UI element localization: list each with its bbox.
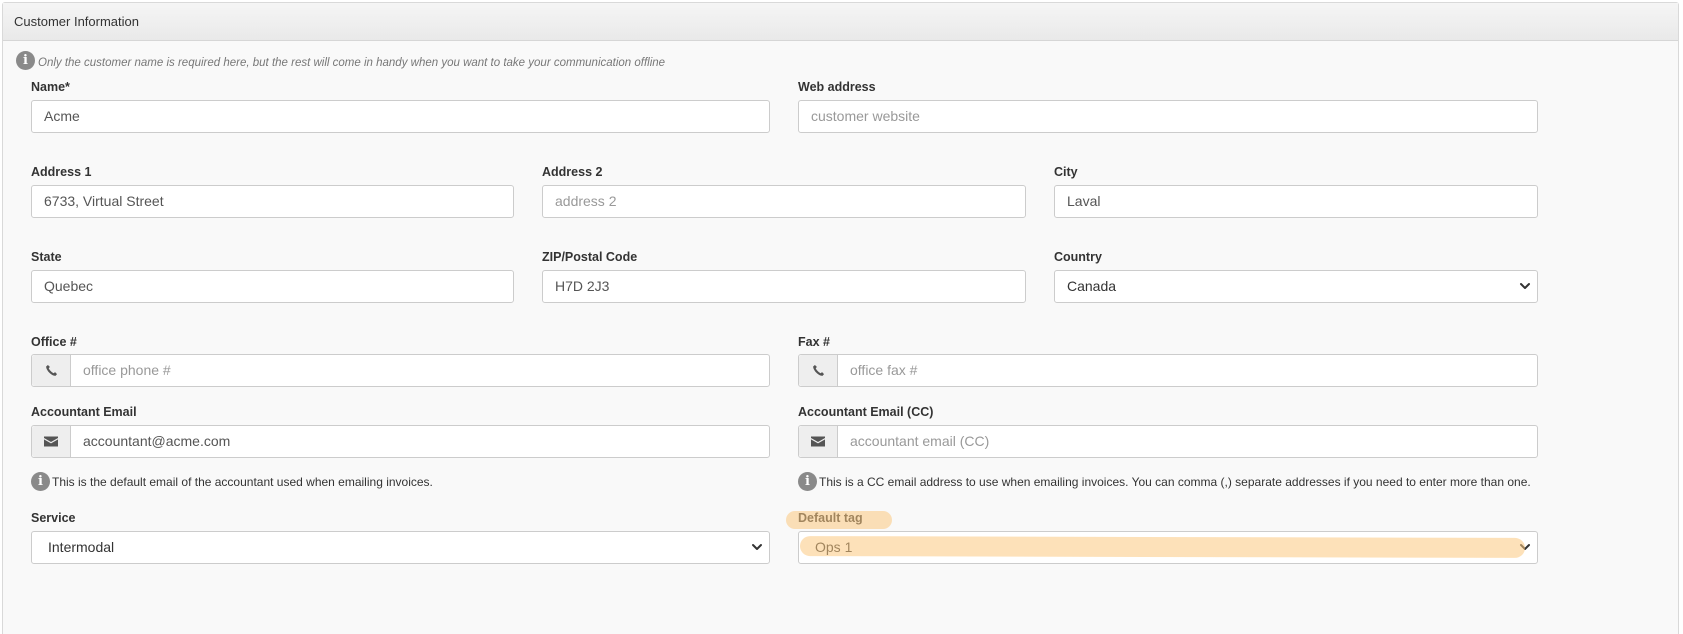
default-tag-selected-value: Ops 1 <box>815 539 853 555</box>
accountant-email-label: Accountant Email <box>31 405 137 419</box>
chevron-down-icon <box>752 544 762 550</box>
accountant-email-cc-group[interactable]: accountant email (CC) <box>798 425 1538 458</box>
panel-heading: Customer Information <box>3 3 1678 41</box>
chevron-down-icon <box>1520 283 1530 289</box>
country-label: Country <box>1054 250 1102 264</box>
state-label: State <box>31 250 62 264</box>
service-select[interactable]: Intermodal <box>31 531 770 564</box>
state-input[interactable]: Quebec <box>31 270 514 303</box>
info-icon: i <box>31 472 50 491</box>
city-input[interactable]: Laval <box>1054 185 1538 218</box>
default-tag-label: Default tag <box>798 511 863 525</box>
name-input[interactable]: Acme <box>31 100 770 133</box>
address1-label: Address 1 <box>31 165 92 179</box>
service-label: Service <box>31 511 76 525</box>
fax-input[interactable]: office fax # <box>850 355 917 386</box>
intro-note: Only the customer name is required here,… <box>38 57 666 69</box>
address2-label: Address 2 <box>542 165 603 179</box>
fax-label: Fax # <box>798 335 830 349</box>
envelope-icon <box>32 426 71 457</box>
web-address-label: Web address <box>798 80 876 94</box>
city-label: City <box>1054 165 1078 179</box>
envelope-icon <box>799 426 838 457</box>
accountant-email-input[interactable]: accountant@acme.com <box>83 426 230 457</box>
info-icon: i <box>798 472 817 491</box>
accountant-email-group[interactable]: accountant@acme.com <box>31 425 770 458</box>
phone-icon <box>799 355 838 386</box>
address1-input[interactable]: 6733, Virtual Street <box>31 185 514 218</box>
default-tag-select[interactable]: Ops 1 <box>798 531 1538 564</box>
service-selected-value: Intermodal <box>48 539 115 555</box>
office-phone-group[interactable]: office phone # <box>31 354 770 387</box>
accountant-email-cc-help: This is a CC email address to use when e… <box>819 475 1531 489</box>
chevron-down-icon <box>1520 544 1530 550</box>
country-select[interactable]: Canada <box>1054 270 1538 303</box>
zip-input[interactable]: H7D 2J3 <box>542 270 1026 303</box>
info-icon: i <box>16 51 35 70</box>
name-label: Name* <box>31 80 70 94</box>
address2-input[interactable]: address 2 <box>542 185 1026 218</box>
fax-group[interactable]: office fax # <box>798 354 1538 387</box>
office-phone-label: Office # <box>31 335 77 349</box>
web-address-input[interactable]: customer website <box>798 100 1538 133</box>
phone-icon <box>32 355 71 386</box>
accountant-email-help: This is the default email of the account… <box>52 475 433 489</box>
panel-title: Customer Information <box>14 14 139 29</box>
accountant-email-cc-input[interactable]: accountant email (CC) <box>850 426 989 457</box>
accountant-email-cc-label: Accountant Email (CC) <box>798 405 934 419</box>
zip-label: ZIP/Postal Code <box>542 250 638 264</box>
office-phone-input[interactable]: office phone # <box>83 355 171 386</box>
country-selected-value: Canada <box>1067 278 1117 294</box>
